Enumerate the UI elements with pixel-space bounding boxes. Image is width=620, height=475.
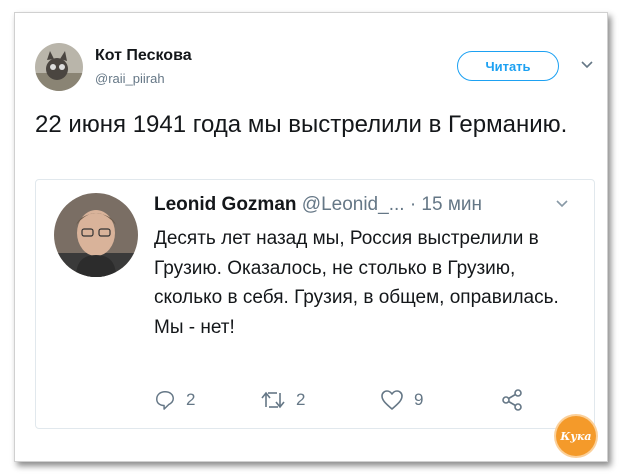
retweet-button[interactable]: 2 [260,388,305,412]
retweet-icon [261,391,285,409]
reply-icon [156,391,174,410]
site-watermark-logo: Кука [556,416,596,456]
reply-count: 2 [186,390,196,409]
quoted-author-handle[interactable]: @Leonid_... [302,194,405,215]
like-button[interactable]: 9 [380,388,423,412]
tweet-card: Кот Пескова @raii_piirah Читать 22 июня … [14,12,608,462]
quoted-text: Десять лет назад мы, Россия выстрелили в… [154,228,559,338]
like-count: 9 [414,390,424,409]
tweet-text: 22 июня 1941 года мы выстрелили в Герман… [35,111,568,138]
author-name[interactable]: Кот Пескова [95,47,192,65]
quoted-header: Leonid Gozman @Leonid_... · 15 мин [154,194,482,216]
author-avatar[interactable] [35,43,83,91]
reply-button[interactable]: 2 [154,388,195,412]
quoted-author-name[interactable]: Leonid Gozman [154,194,297,215]
chevron-down-icon[interactable] [581,61,593,69]
watermark-label: Кука [560,429,592,443]
quoted-author-avatar[interactable] [54,193,138,277]
chevron-down-icon[interactable] [556,200,568,208]
follow-button[interactable]: Читать [457,51,559,81]
action-bar: 2 2 9 [154,388,574,412]
share-button[interactable] [500,388,534,412]
quoted-timestamp[interactable]: · 15 мин [410,194,482,215]
heart-icon [381,390,403,410]
retweet-count: 2 [296,390,306,409]
share-icon [502,389,522,411]
author-handle[interactable]: @raii_piirah [95,71,165,86]
quoted-tweet[interactable]: Leonid Gozman @Leonid_... · 15 мин Десят… [35,179,595,429]
